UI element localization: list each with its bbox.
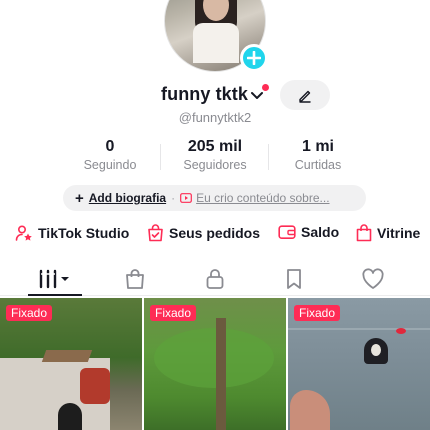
- bio-bar[interactable]: + Add biografia · Eu crio conteúdo sobre…: [63, 185, 366, 211]
- username: @funnytktk2: [178, 110, 252, 125]
- stat-value: 205 mil: [187, 138, 243, 155]
- video-thumbnail[interactable]: Fixado: [0, 298, 142, 430]
- studio-icon: [15, 225, 32, 241]
- tiktok-studio-button[interactable]: TikTok Studio: [15, 224, 129, 242]
- thumbnail-scene: [396, 328, 406, 334]
- stat-followers[interactable]: 205 mil Seguidores: [160, 138, 270, 172]
- lock-icon: [206, 269, 224, 289]
- thumbnail-scene: [288, 328, 430, 330]
- bag-icon: [126, 269, 144, 289]
- shortcut-label: Saldo: [301, 224, 340, 240]
- thumbnail-scene: [154, 328, 274, 388]
- thumbnail-scene: [41, 350, 93, 362]
- tab-shop[interactable]: [99, 265, 171, 293]
- tab-private[interactable]: [179, 265, 251, 293]
- orders-button[interactable]: Seus pedidos: [147, 224, 260, 242]
- heart-icon: [362, 268, 384, 289]
- add-avatar-button[interactable]: [240, 44, 268, 72]
- tab-liked[interactable]: [337, 265, 409, 293]
- stat-label: Seguidores: [183, 158, 247, 172]
- video-thumbnail[interactable]: Fixado: [288, 298, 430, 430]
- chevron-down-icon[interactable]: [250, 89, 264, 103]
- edit-profile-button[interactable]: [280, 80, 330, 110]
- grid-icon: [39, 269, 69, 289]
- stats-row: 0 Seguindo 205 mil Seguidores 1 mi Curti…: [60, 138, 370, 178]
- profile-avatar-container[interactable]: [164, 0, 268, 72]
- thumbnail-scene: [290, 390, 330, 430]
- thumbnail-scene: [371, 344, 381, 356]
- stat-value: 1 mi: [301, 138, 334, 155]
- name-row: funny tktk: [0, 80, 430, 110]
- pinned-badge: Fixado: [150, 305, 197, 321]
- plus-icon: +: [75, 189, 84, 207]
- stat-likes[interactable]: 1 mi Curtidas: [263, 138, 373, 172]
- shortcut-label: Seus pedidos: [169, 225, 261, 241]
- shopping-bag-icon: [356, 224, 372, 242]
- balance-button[interactable]: Saldo: [278, 224, 339, 240]
- bookmark-icon: [287, 269, 301, 289]
- video-play-icon: [180, 193, 193, 203]
- stat-label: Curtidas: [294, 158, 342, 172]
- thumbnail-scene: [58, 403, 82, 430]
- shortcut-row: TikTok Studio Seus pedidos Saldo Vitrine: [0, 224, 430, 250]
- orders-icon: [148, 224, 163, 242]
- tab-videos[interactable]: [20, 265, 92, 293]
- notification-dot: [262, 84, 269, 91]
- stat-following[interactable]: 0 Seguindo: [55, 138, 165, 172]
- pencil-icon: [299, 90, 311, 103]
- bio-separator: ·: [171, 191, 176, 205]
- avatar-clothing: [193, 23, 239, 63]
- tab-saved[interactable]: [258, 265, 330, 293]
- pinned-badge: Fixado: [6, 305, 53, 321]
- wallet-icon: [278, 225, 296, 240]
- video-grid: Fixado Fixado Fixado: [0, 298, 430, 430]
- showcase-button[interactable]: Vitrine: [356, 224, 420, 242]
- thumbnail-scene: [80, 368, 110, 404]
- display-name[interactable]: funny tktk: [161, 84, 248, 105]
- active-tab-indicator: [28, 294, 82, 296]
- video-thumbnail[interactable]: Fixado: [144, 298, 286, 430]
- plus-icon: [246, 50, 262, 66]
- creator-category-link[interactable]: Eu crio conteúdo sobre...: [196, 191, 329, 205]
- pinned-badge: Fixado: [294, 305, 341, 321]
- stat-value: 0: [105, 138, 115, 155]
- shortcut-label: TikTok Studio: [38, 225, 130, 241]
- shortcut-label: Vitrine: [377, 225, 421, 241]
- profile-tabs: [0, 262, 430, 296]
- add-bio-link[interactable]: Add biografia: [89, 191, 166, 205]
- stat-label: Seguindo: [83, 158, 137, 172]
- thumbnail-scene: [216, 318, 226, 430]
